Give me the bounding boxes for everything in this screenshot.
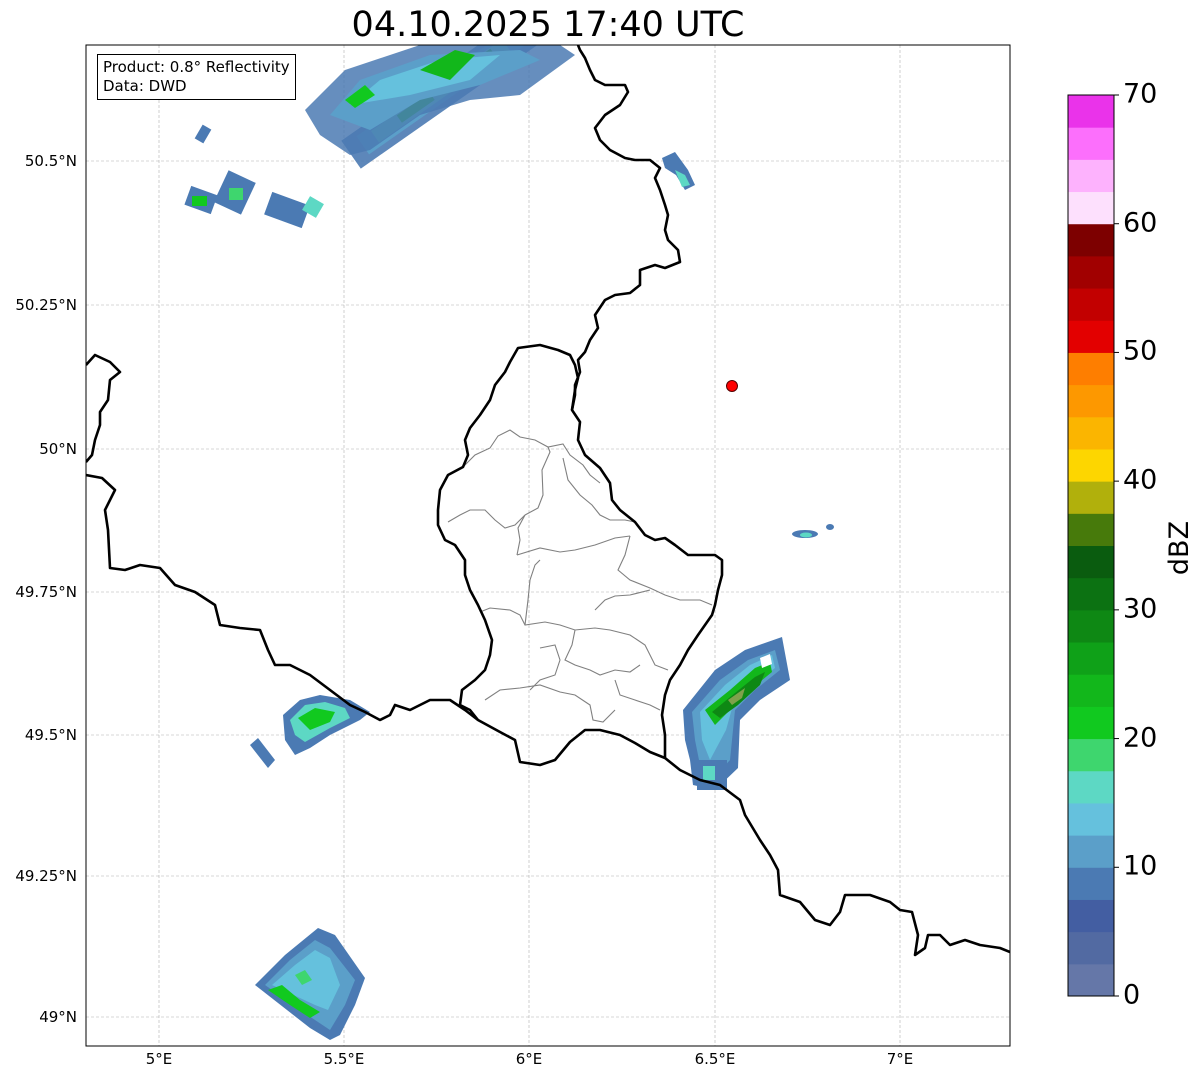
colorbar-segment	[1068, 899, 1114, 933]
lat-tick-label: 49°N	[39, 1008, 77, 1026]
colorbar-segment	[1068, 963, 1114, 997]
radar-echo-northwest	[184, 124, 324, 229]
colorbar-segment	[1068, 191, 1114, 225]
colorbar-segment	[1068, 770, 1114, 804]
colorbar-segment	[1068, 288, 1114, 321]
colorbar-segment	[1068, 481, 1114, 514]
radar-map	[85, 44, 1119, 1047]
lon-tick-label: 7°E	[886, 1050, 914, 1068]
lat-tick-label: 50.5°N	[24, 152, 77, 170]
colorbar-segment	[1068, 609, 1114, 643]
colorbar-tick-label: 70	[1123, 78, 1158, 110]
lat-tick-label: 50.25°N	[15, 296, 77, 314]
colorbar-tick-label: 50	[1123, 335, 1158, 367]
colorbar-tick-label: 0	[1123, 979, 1141, 1011]
lat-gridlines	[86, 160, 1010, 1018]
colorbar-segment	[1068, 95, 1114, 128]
data-source-label: Data: DWD	[103, 77, 187, 95]
lat-tick-label: 50°N	[39, 440, 77, 458]
colorbar-tick-label: 20	[1123, 722, 1158, 754]
colorbar-segment	[1068, 642, 1114, 675]
colorbar-segment	[1068, 159, 1114, 193]
info-box: Product: 0.8° Reflectivity Data: DWD	[97, 54, 296, 100]
colorbar-tick-label: 10	[1123, 850, 1158, 882]
colorbar-segment	[1068, 545, 1114, 579]
colorbar-segment	[1068, 802, 1114, 836]
colorbar-segment	[1068, 320, 1114, 353]
colorbar-segment	[1068, 835, 1114, 868]
radar-site-marker	[726, 380, 738, 392]
lat-tick-label: 49.5°N	[24, 726, 77, 744]
colorbar-segment	[1068, 255, 1114, 289]
lat-tick-label: 49.75°N	[15, 583, 77, 601]
colorbar-segment	[1068, 931, 1114, 965]
colorbar-segment	[1068, 384, 1114, 418]
colorbar-label: dBZ	[1164, 520, 1195, 576]
colorbar-segment	[1068, 352, 1114, 386]
colorbar-segment	[1068, 706, 1114, 740]
colorbar-tick-label: 60	[1123, 207, 1158, 239]
product-label: Product: 0.8° Reflectivity	[103, 58, 290, 76]
colorbar-segment	[1068, 416, 1114, 450]
colorbar	[1068, 95, 1114, 997]
lon-gridlines	[158, 45, 901, 1046]
radar-echo-southeast-storm	[683, 637, 790, 790]
colorbar-segment	[1068, 577, 1114, 611]
lon-tick-label: 6°E	[515, 1050, 543, 1068]
lon-tick-label: 6.5°E	[694, 1050, 736, 1068]
colorbar-segment	[1068, 674, 1114, 707]
colorbar-tick-label: 30	[1123, 593, 1158, 625]
colorbar-segment	[1068, 738, 1114, 772]
lon-tick-label: 5.5°E	[323, 1050, 365, 1068]
radar-echo-north-cluster-2	[305, 45, 575, 155]
colorbar-segment	[1068, 513, 1114, 546]
colorbar-segment	[1068, 867, 1114, 900]
colorbar-segment	[1068, 448, 1114, 482]
colorbar-segment	[1068, 223, 1114, 257]
colorbar-tick-label: 40	[1123, 464, 1158, 496]
radar-echo-south	[255, 928, 365, 1040]
lat-tick-label: 49.25°N	[15, 867, 77, 885]
colorbar-segment	[1068, 127, 1114, 160]
lon-tick-label: 5°E	[145, 1050, 173, 1068]
radar-echo-east-small	[662, 152, 834, 538]
